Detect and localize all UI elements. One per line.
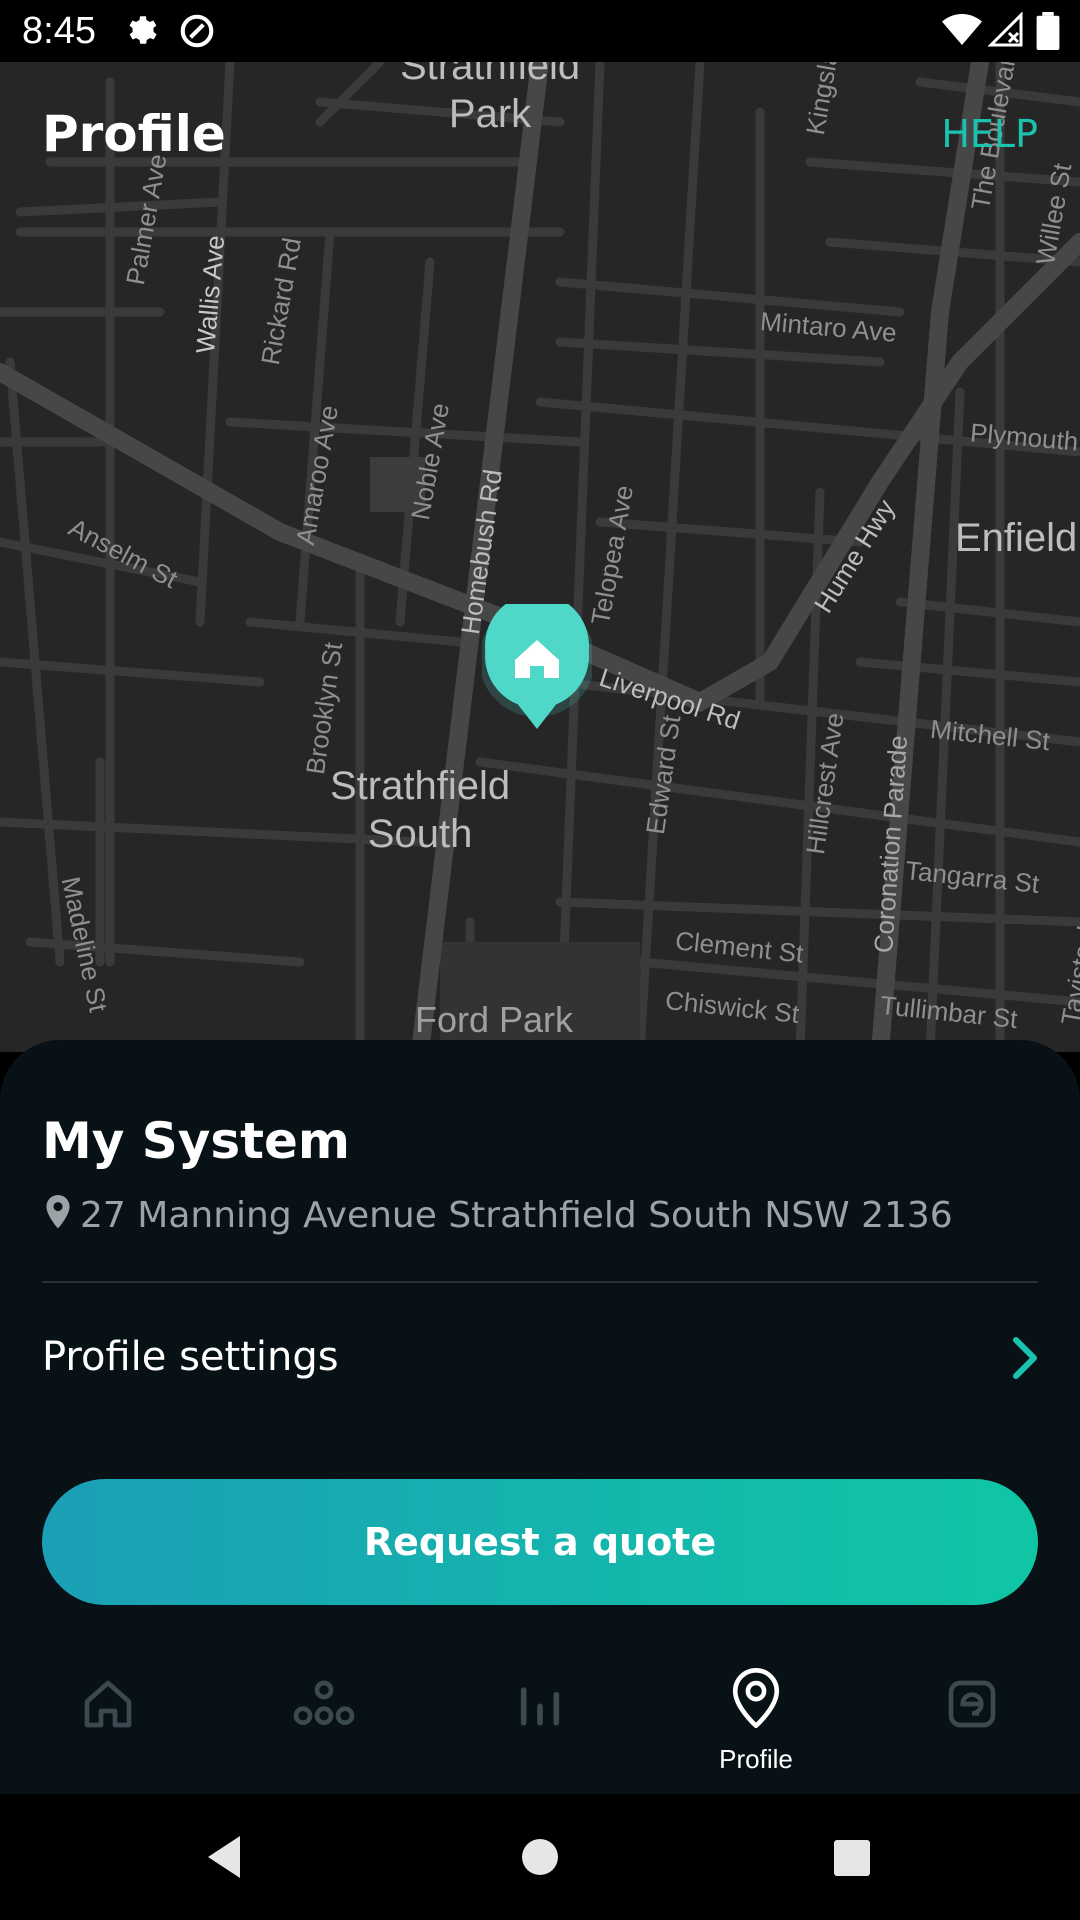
home-pin-icon[interactable] xyxy=(479,593,595,734)
profile-settings-label: Profile settings xyxy=(42,1334,339,1380)
map-label-ford-park: Ford Park xyxy=(415,999,574,1040)
back-icon[interactable] xyxy=(204,1834,244,1885)
energy-e-icon xyxy=(948,1680,996,1728)
nav-system[interactable] xyxy=(216,1640,432,1794)
help-link[interactable]: HELP xyxy=(941,112,1038,156)
data-saver-icon xyxy=(178,12,216,55)
chevron-right-icon xyxy=(1012,1336,1040,1385)
bar-chart-icon xyxy=(520,1687,560,1726)
address-text: 27 Manning Avenue Strathfield South NSW … xyxy=(80,1194,953,1236)
recents-icon[interactable] xyxy=(832,1834,872,1885)
bottom-nav: Profile xyxy=(0,1640,1080,1794)
status-bar: 8:45 xyxy=(0,0,1080,62)
profile-settings-row[interactable]: Profile settings xyxy=(0,1300,1080,1420)
address-row: 27 Manning Avenue Strathfield South NSW … xyxy=(42,1190,953,1240)
wifi-icon xyxy=(942,12,982,53)
system-nodes-icon xyxy=(293,1680,355,1725)
map-label-strathfield-south: Strathfield South xyxy=(330,764,511,856)
gear-icon xyxy=(122,12,158,53)
home-circle-icon[interactable] xyxy=(520,1834,560,1885)
system-nav-bar xyxy=(0,1794,1080,1920)
system-title: My System xyxy=(42,1112,351,1170)
home-icon xyxy=(84,1680,132,1728)
map-label-strathfield-park: Strathfield Park xyxy=(400,62,581,136)
location-pin-icon xyxy=(732,1668,780,1728)
location-pin-icon xyxy=(42,1194,74,1236)
status-time: 8:45 xyxy=(22,10,96,52)
divider xyxy=(42,1281,1038,1283)
nav-energy[interactable] xyxy=(864,1640,1080,1794)
nav-stats[interactable] xyxy=(432,1640,648,1794)
request-quote-button[interactable]: Request a quote xyxy=(42,1479,1038,1605)
nav-profile[interactable]: Profile xyxy=(648,1640,864,1794)
map-label-enfield: Enfield xyxy=(955,516,1078,560)
nav-profile-label: Profile xyxy=(719,1744,793,1774)
signal-icon xyxy=(987,11,1024,53)
page-title: Profile xyxy=(42,105,226,163)
battery-icon xyxy=(1036,12,1060,55)
map-view[interactable]: Strathfield Park Kingsland Rd The Boulev… xyxy=(0,62,1080,1052)
nav-home[interactable] xyxy=(0,1640,216,1794)
